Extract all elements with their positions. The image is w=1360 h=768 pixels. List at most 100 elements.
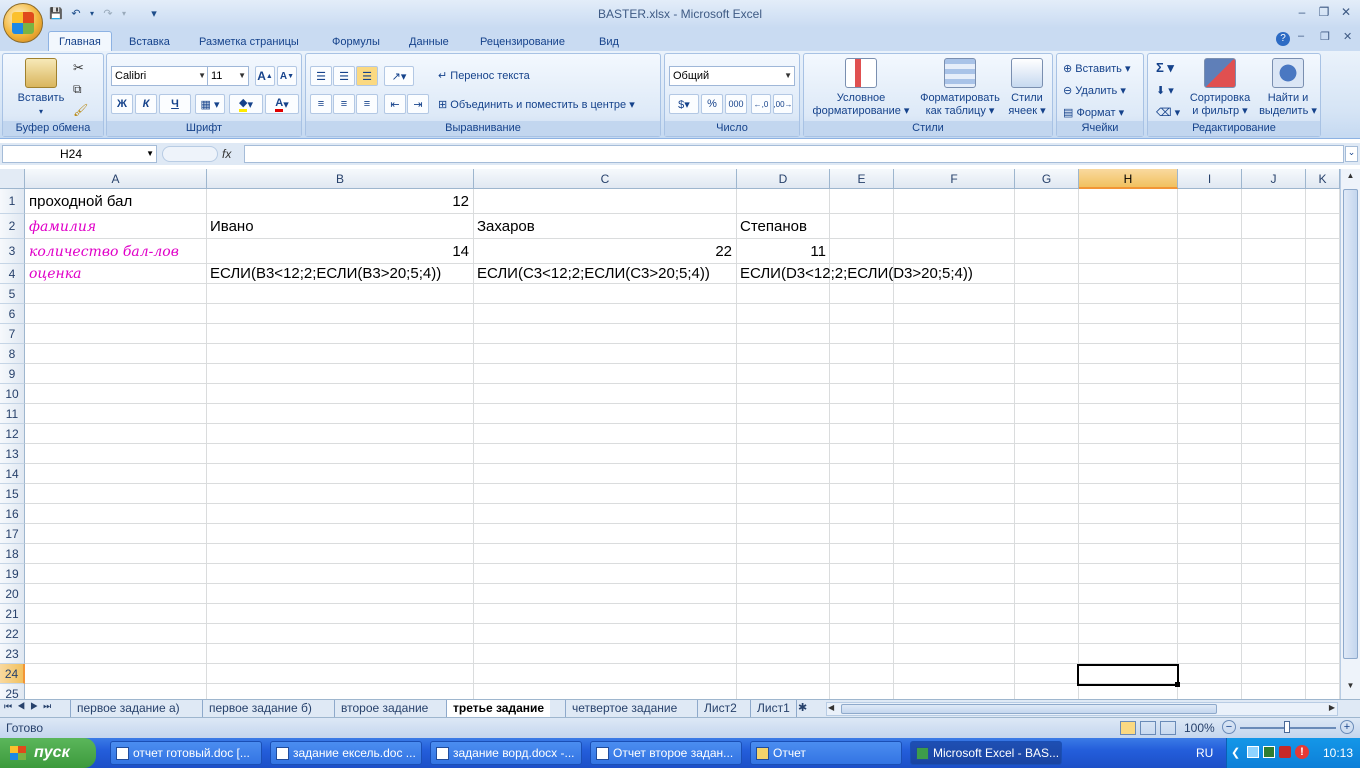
horizontal-scrollbar[interactable]: ◀ ▶ [826,702,1338,716]
row-header-21[interactable]: 21 [0,604,25,624]
page-layout-view-icon[interactable] [1140,721,1156,735]
column-header-J[interactable]: J [1242,169,1306,189]
row-header-6[interactable]: 6 [0,304,25,324]
row-header-23[interactable]: 23 [0,644,25,664]
increase-decimal-button[interactable]: ←,0 [751,94,771,114]
tab-page-layout[interactable]: Разметка страницы [189,32,309,52]
cut-icon[interactable]: ✂ [73,60,84,76]
tray-expand-icon[interactable]: ❮ [1231,746,1240,759]
formula-input[interactable] [244,145,1344,163]
fill-handle[interactable] [1175,682,1180,687]
column-header-G[interactable]: G [1015,169,1079,189]
row-header-4[interactable]: 4 [0,264,25,284]
tab-home[interactable]: Главная [48,31,112,53]
number-format-select[interactable]: Общий ▼ [669,66,795,86]
antivirus-icon[interactable] [1263,746,1275,758]
align-right-button[interactable]: ≡ [356,94,378,114]
row-header-14[interactable]: 14 [0,464,25,484]
selected-cell-H24[interactable] [1077,664,1179,686]
autosum-button[interactable]: Σ ▾ [1156,60,1174,76]
zoom-slider-thumb[interactable] [1284,721,1290,733]
clear-button[interactable]: ⌫ ▾ [1156,106,1180,119]
vertical-scrollbar[interactable]: ▲ ▼ [1340,169,1360,699]
align-top-button[interactable]: ☰ [310,66,332,86]
underline-button[interactable]: Ч [159,94,191,114]
fill-button[interactable]: ⬇ ▾ [1156,84,1174,97]
scroll-right-icon[interactable]: ▶ [1329,703,1335,712]
thousands-button[interactable]: 000 [725,94,747,114]
fill-color-button[interactable]: ◆ ▾ [229,94,263,114]
align-center-button[interactable]: ≡ [333,94,355,114]
start-button[interactable]: пуск [0,738,96,768]
row-header-13[interactable]: 13 [0,444,25,464]
cell-A3[interactable]: количество бал-лов [29,244,179,260]
taskbar-item-5[interactable]: Отчет [750,741,902,765]
taskbar-item-3[interactable]: задание ворд.docx -... [430,741,582,765]
page-break-view-icon[interactable] [1160,721,1176,735]
column-header-A[interactable]: A [25,169,207,189]
font-family-select[interactable]: Calibri ▼ [111,66,209,86]
row-header-1[interactable]: 1 [0,189,25,214]
expand-formula-bar-icon[interactable]: ⌄ [1345,146,1358,162]
row-header-12[interactable]: 12 [0,424,25,444]
row-header-9[interactable]: 9 [0,364,25,384]
column-header-C[interactable]: C [474,169,737,189]
column-header-B[interactable]: B [207,169,474,189]
cell-A2[interactable]: фамилия [29,219,96,235]
cell-A1[interactable]: проходной бал [29,193,132,210]
row-header-19[interactable]: 19 [0,564,25,584]
font-size-select[interactable]: 11 ▼ [207,66,249,86]
taskbar-item-4[interactable]: Отчет второе задан... [590,741,742,765]
taskbar-item-2[interactable]: задание ексель.doc ... [270,741,422,765]
percent-button[interactable]: % [701,94,723,114]
doc-minimize-button[interactable]: – [1298,30,1304,42]
paste-button[interactable]: Вставить ▾ [13,58,69,118]
network-icon[interactable] [1247,746,1259,758]
cell-C3[interactable]: 22 [474,243,732,260]
cell-B1[interactable]: 12 [207,193,469,210]
sheet-tab-7[interactable]: Лист1 [750,700,797,717]
restore-button[interactable]: ❐ [1314,5,1334,21]
decrease-indent-button[interactable]: ⇤ [384,94,406,114]
taskbar-item-1[interactable]: отчет готовый.doc [... [110,741,262,765]
sheet-tab-5[interactable]: четвертое задание [565,700,683,717]
find-select-button[interactable]: Найти и выделить ▾ [1256,58,1320,118]
row-header-18[interactable]: 18 [0,544,25,564]
sheet-tab-6[interactable]: Лист2 [697,700,743,717]
row-header-2[interactable]: 2 [0,214,25,239]
cell-B4[interactable]: ЕСЛИ(B3<12;2;ЕСЛИ(B3>20;5;4)) [210,265,441,282]
format-as-table-button[interactable]: Форматировать как таблицу ▾ [914,58,1006,118]
tab-data[interactable]: Данные [399,32,459,52]
doc-close-button[interactable]: ✕ [1343,30,1352,43]
grow-font-button[interactable]: A ▲ [255,66,275,86]
shield-icon[interactable] [1279,746,1291,758]
cell-styles-button[interactable]: Стили ячеек ▾ [1004,58,1050,118]
select-all-button[interactable] [0,169,25,189]
orientation-button[interactable]: ↗▾ [384,66,414,86]
sheet-tab-1[interactable]: первое задание а) [70,700,186,717]
decrease-decimal-button[interactable]: ,00→ [773,94,793,114]
sheet-tab-3[interactable]: второе задание [334,700,434,717]
clock[interactable]: 10:13 [1323,746,1353,760]
bold-button[interactable]: Ж [111,94,133,114]
column-header-H[interactable]: H [1079,169,1178,189]
delete-cells-button[interactable]: ⊖ Удалить ▾ [1063,84,1126,97]
copy-icon[interactable]: ⧉ [73,82,82,97]
scroll-down-icon[interactable]: ▼ [1343,681,1358,695]
minimize-button[interactable]: – [1292,5,1312,21]
language-indicator[interactable]: RU [1196,746,1213,760]
warning-icon[interactable]: ! [1295,745,1309,759]
cell-C2[interactable]: Захаров [477,218,535,235]
scroll-left-icon[interactable]: ◀ [828,703,834,712]
cell-B2[interactable]: Ивано [210,218,254,235]
row-header-11[interactable]: 11 [0,404,25,424]
cell-A4[interactable]: оценка [29,266,81,282]
row-header-5[interactable]: 5 [0,284,25,304]
column-header-D[interactable]: D [737,169,830,189]
insert-function-button[interactable]: fx [222,147,231,161]
row-header-7[interactable]: 7 [0,324,25,344]
format-cells-button[interactable]: ▤ Формат ▾ [1063,106,1124,119]
column-header-E[interactable]: E [830,169,894,189]
vertical-scroll-thumb[interactable] [1343,189,1358,659]
horizontal-scroll-thumb[interactable] [841,704,1217,714]
